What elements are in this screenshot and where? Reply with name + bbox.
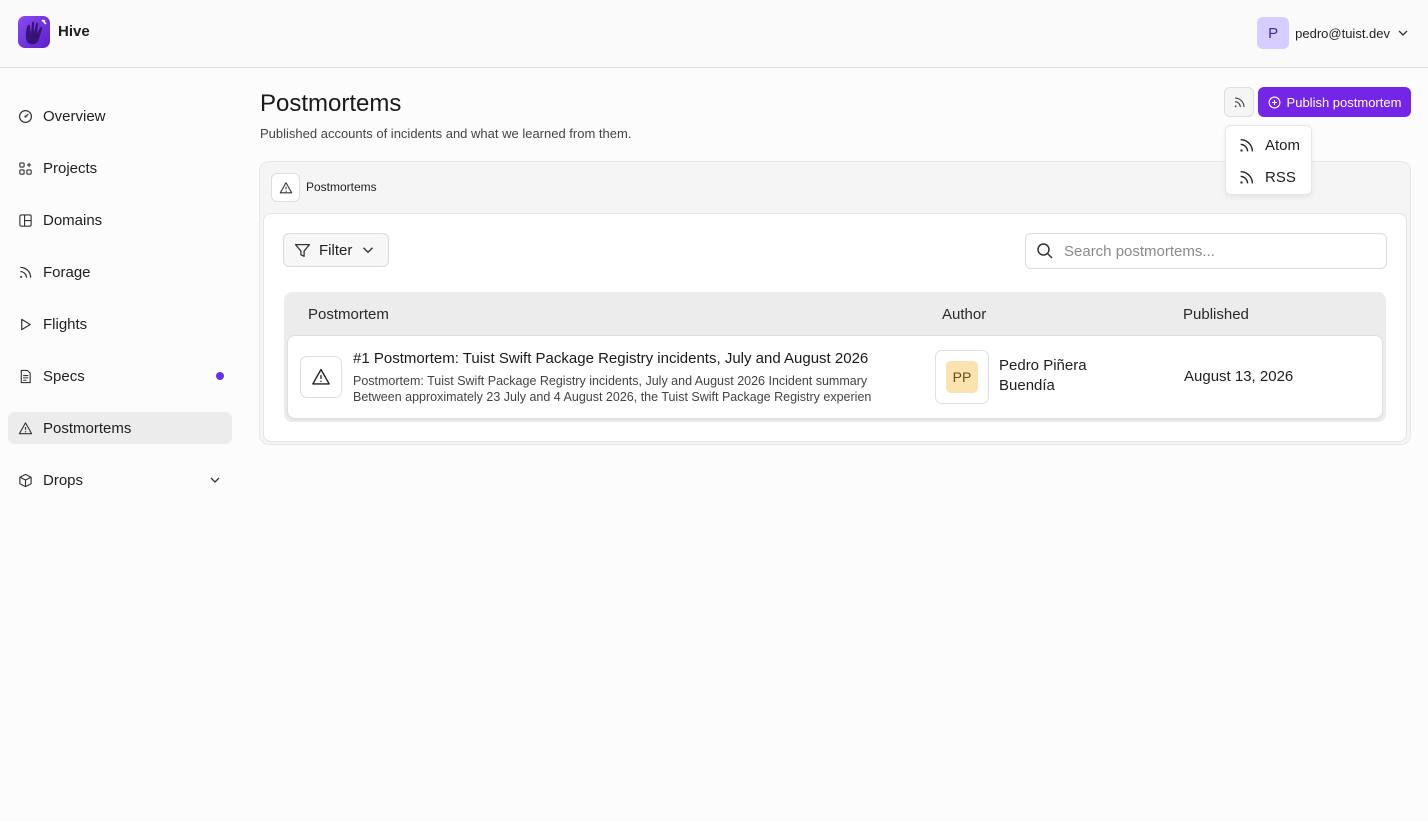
projects-icon	[18, 161, 33, 176]
excerpt-line: Between approximately 23 July and 4 Augu…	[353, 390, 872, 404]
postmortem-excerpt: Postmortem: Tuist Swift Package Registry…	[353, 373, 893, 405]
file-text-icon	[18, 369, 33, 384]
play-icon	[18, 317, 33, 332]
chevron-down-icon	[360, 242, 376, 258]
sidebar-item-forage[interactable]: Forage	[8, 256, 232, 288]
sidebar-item-specs[interactable]: Specs	[8, 360, 232, 392]
sidebar-item-overview[interactable]: Overview	[8, 100, 232, 132]
rss-icon	[1233, 96, 1246, 109]
user-menu[interactable]: P pedro@tuist.dev	[1257, 17, 1410, 49]
sidebar-item-label: Projects	[43, 159, 98, 177]
plus-circle-icon	[1268, 96, 1281, 109]
author-avatar: PP	[946, 361, 978, 393]
sidebar-item-projects[interactable]: Projects	[8, 152, 232, 184]
filter-button[interactable]: Filter	[283, 233, 389, 267]
sidebar-item-drops[interactable]: Drops	[8, 464, 232, 496]
alert-triangle-icon	[271, 173, 300, 202]
sidebar-item-label: Forage	[43, 263, 91, 281]
search-box	[1025, 233, 1387, 269]
search-icon	[1036, 242, 1054, 260]
filter-icon	[294, 242, 311, 259]
sidebar-item-label: Postmortems	[43, 419, 132, 437]
box-icon	[18, 473, 33, 488]
author-name: Pedro Piñera Buendía	[999, 357, 1087, 394]
column-header-published[interactable]: Published	[1183, 306, 1249, 323]
app-title: Hive	[58, 23, 90, 40]
feed-menu-item-rss[interactable]: RSS	[1238, 165, 1296, 189]
alert-triangle-icon	[18, 421, 33, 436]
layout-icon	[18, 213, 33, 228]
sidebar-item-label: Domains	[43, 211, 103, 229]
hive-logo-icon[interactable]	[18, 16, 50, 48]
gauge-icon	[18, 109, 33, 124]
column-header-author[interactable]: Author	[942, 306, 986, 323]
top-bar: Hive P pedro@tuist.dev	[0, 0, 1428, 68]
excerpt-line: Postmortem: Tuist Swift Package Registry…	[353, 374, 868, 388]
alert-triangle-icon	[300, 356, 342, 398]
published-date: August 13, 2026	[1184, 368, 1294, 385]
sidebar-item-label: Specs	[43, 367, 85, 385]
publish-postmortem-label: Publish postmortem	[1286, 94, 1402, 110]
sidebar-item-label: Flights	[43, 315, 88, 333]
rss-icon	[18, 265, 33, 280]
sidebar-item-domains[interactable]: Domains	[8, 204, 232, 236]
feed-button[interactable]	[1224, 87, 1254, 117]
rss-icon	[1238, 169, 1255, 186]
sidebar-item-label: Drops	[43, 471, 84, 489]
postmortem-title-link[interactable]: #1 Postmortem: Tuist Swift Package Regis…	[353, 350, 868, 367]
feed-dropdown-menu: Atom RSS	[1225, 125, 1312, 195]
search-input[interactable]	[1064, 242, 1364, 260]
filter-label: Filter	[319, 241, 353, 259]
feed-menu-label: RSS	[1265, 168, 1296, 186]
card-title: Postmortems	[306, 180, 377, 194]
feed-menu-item-atom[interactable]: Atom	[1238, 133, 1300, 157]
sidebar-item-postmortems[interactable]: Postmortems	[8, 412, 232, 444]
chevron-down-icon	[1396, 26, 1410, 40]
sidebar-item-label: Overview	[43, 107, 106, 125]
column-header-postmortem[interactable]: Postmortem	[308, 306, 389, 323]
rss-icon	[1238, 137, 1255, 154]
page-subtitle: Published accounts of incidents and what…	[260, 126, 632, 141]
user-email: pedro@tuist.dev	[1295, 25, 1390, 41]
unread-dot	[216, 372, 224, 380]
chevron-down-icon[interactable]	[208, 473, 222, 487]
page-title: Postmortems	[260, 90, 402, 117]
publish-postmortem-button[interactable]: Publish postmortem	[1258, 87, 1411, 117]
user-avatar: P	[1257, 17, 1290, 49]
feed-menu-label: Atom	[1265, 136, 1301, 154]
author-avatar-frame: PP	[935, 350, 989, 404]
sidebar-item-flights[interactable]: Flights	[8, 308, 232, 340]
